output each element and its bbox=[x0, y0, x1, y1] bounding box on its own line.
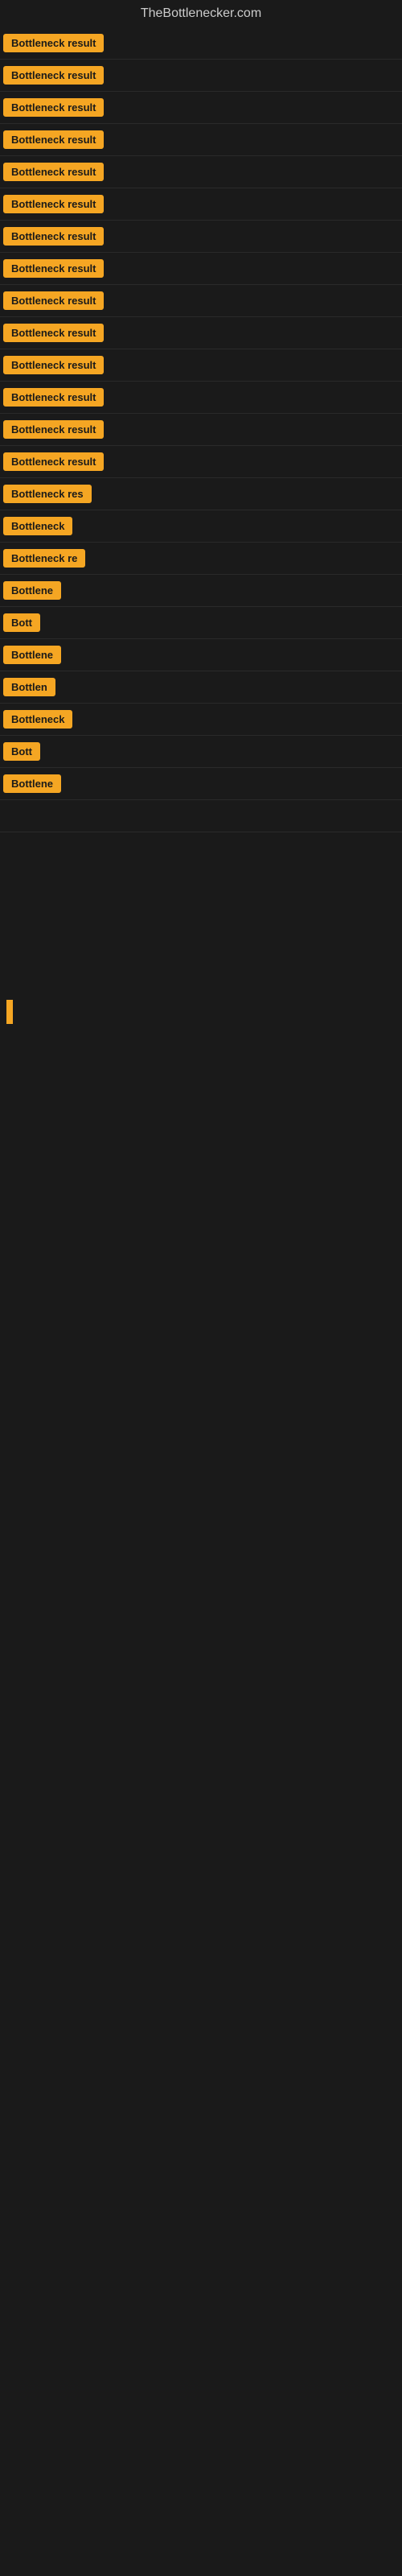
bottleneck-badge[interactable]: Bottleneck result bbox=[3, 356, 104, 374]
list-item: Bottleneck result bbox=[0, 156, 402, 188]
list-item: Bott bbox=[0, 736, 402, 768]
bottleneck-badge[interactable]: Bottlene bbox=[3, 646, 61, 664]
small-indicator bbox=[6, 1000, 13, 1024]
bottleneck-badge[interactable]: Bott bbox=[3, 742, 40, 761]
bottleneck-badge[interactable]: Bott bbox=[3, 613, 40, 632]
bottleneck-badge[interactable]: Bottlene bbox=[3, 774, 61, 793]
list-item: Bottlen bbox=[0, 671, 402, 704]
list-item bbox=[0, 800, 402, 832]
empty-section bbox=[0, 832, 402, 993]
list-item: Bottleneck result bbox=[0, 285, 402, 317]
list-item: Bottleneck result bbox=[0, 188, 402, 221]
bottleneck-badge[interactable]: Bottleneck result bbox=[3, 34, 104, 52]
list-item: Bottleneck result bbox=[0, 92, 402, 124]
list-item: Bottleneck result bbox=[0, 60, 402, 92]
bottleneck-badge[interactable]: Bottleneck result bbox=[3, 388, 104, 407]
bottleneck-badge[interactable]: Bottlen bbox=[3, 678, 55, 696]
list-item: Bottleneck res bbox=[0, 478, 402, 510]
bottleneck-badge[interactable]: Bottleneck result bbox=[3, 452, 104, 471]
list-item: Bottleneck result bbox=[0, 349, 402, 382]
list-item: Bottleneck result bbox=[0, 124, 402, 156]
list-item: Bottleneck result bbox=[0, 382, 402, 414]
results-container: Bottleneck result Bottleneck result Bottle… bbox=[0, 27, 402, 832]
list-item: Bottleneck result bbox=[0, 27, 402, 60]
bottleneck-badge[interactable]: Bottleneck result bbox=[3, 259, 104, 278]
bottleneck-badge[interactable]: Bottleneck result bbox=[3, 98, 104, 117]
bottom-indicator-row bbox=[0, 993, 402, 1030]
list-item: Bottleneck result bbox=[0, 414, 402, 446]
list-item: Bottleneck bbox=[0, 704, 402, 736]
bottleneck-badge[interactable]: Bottlene bbox=[3, 581, 61, 600]
list-item: Bottleneck re bbox=[0, 543, 402, 575]
bottleneck-badge[interactable]: Bottleneck result bbox=[3, 291, 104, 310]
site-title: TheBottlenecker.com bbox=[0, 0, 402, 27]
bottleneck-badge[interactable]: Bottleneck result bbox=[3, 227, 104, 246]
bottleneck-badge[interactable]: Bottleneck re bbox=[3, 549, 85, 568]
bottleneck-badge[interactable]: Bottleneck bbox=[3, 517, 72, 535]
list-item: Bott bbox=[0, 607, 402, 639]
bottleneck-badge[interactable]: Bottleneck result bbox=[3, 420, 104, 439]
list-item: Bottlene bbox=[0, 575, 402, 607]
bottom-spacer bbox=[0, 1030, 402, 1513]
site-title-bar: TheBottlenecker.com bbox=[0, 0, 402, 27]
list-item: Bottlene bbox=[0, 768, 402, 800]
bottleneck-badge[interactable]: Bottleneck result bbox=[3, 163, 104, 181]
bottleneck-badge[interactable]: Bottleneck result bbox=[3, 195, 104, 213]
list-item: Bottleneck result bbox=[0, 253, 402, 285]
list-item: Bottleneck result bbox=[0, 317, 402, 349]
bottleneck-badge[interactable]: Bottleneck result bbox=[3, 130, 104, 149]
bottleneck-badge[interactable]: Bottleneck res bbox=[3, 485, 92, 503]
list-item: Bottlene bbox=[0, 639, 402, 671]
list-item: Bottleneck result bbox=[0, 221, 402, 253]
list-item: Bottleneck result bbox=[0, 446, 402, 478]
bottleneck-badge[interactable]: Bottleneck result bbox=[3, 324, 104, 342]
bottleneck-badge[interactable]: Bottleneck bbox=[3, 710, 72, 729]
list-item: Bottleneck bbox=[0, 510, 402, 543]
bottleneck-badge[interactable]: Bottleneck result bbox=[3, 66, 104, 85]
